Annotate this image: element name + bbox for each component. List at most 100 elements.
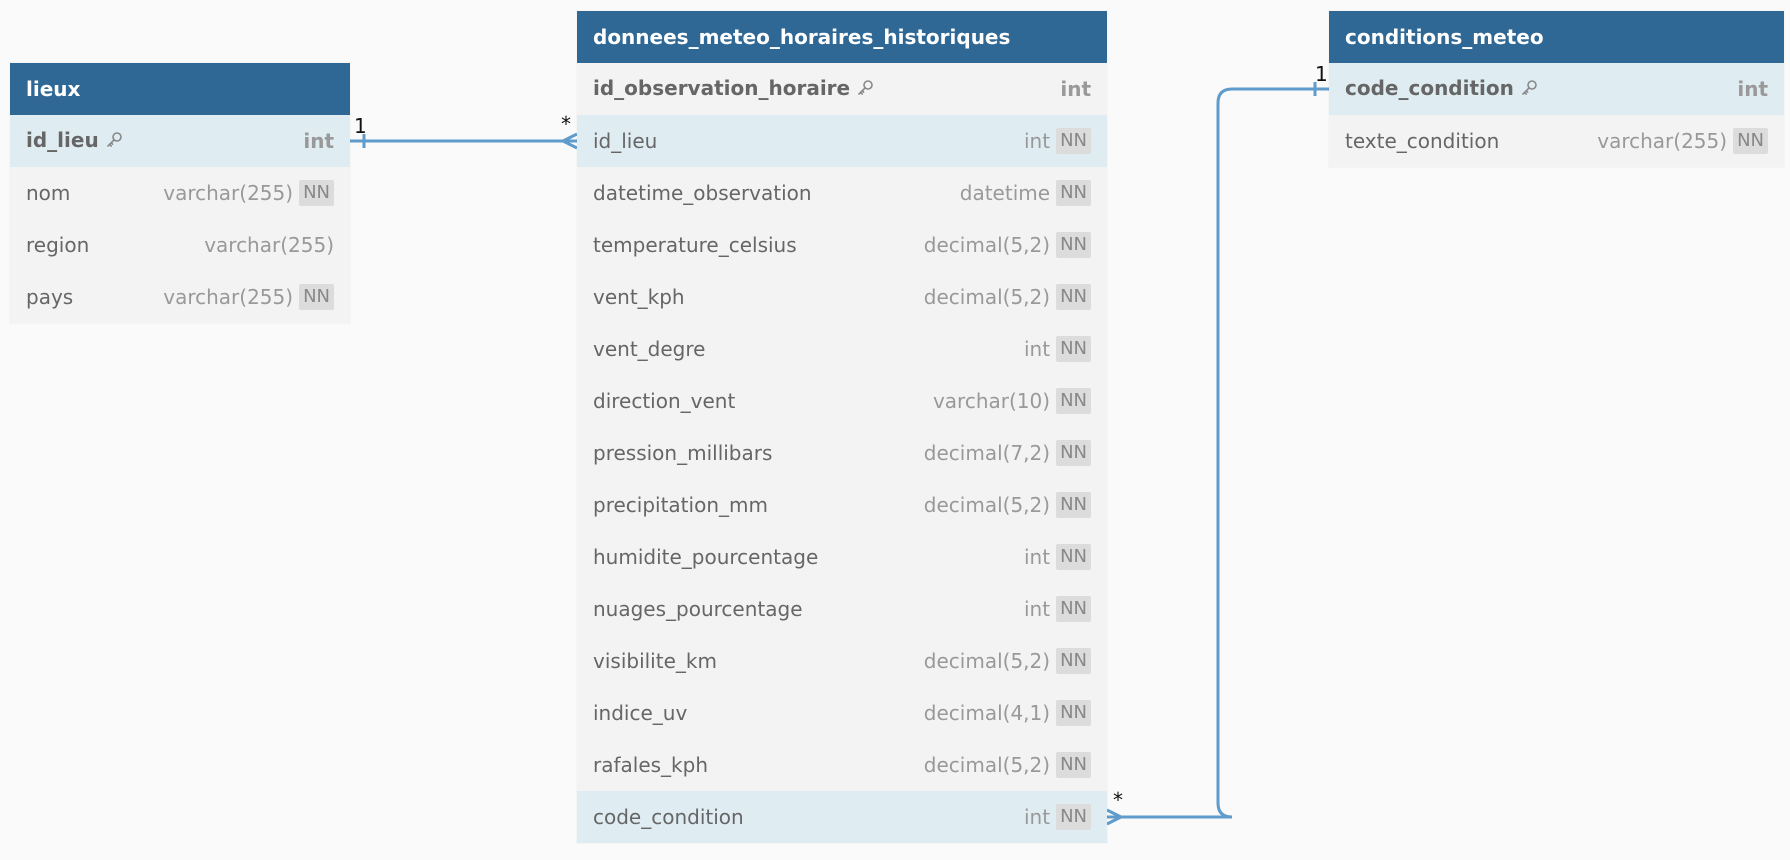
field-name-text: precipitation_mm (593, 493, 768, 517)
field-row-vent-kph[interactable]: vent_kph decimal(5,2) NN (577, 271, 1107, 323)
field-name: precipitation_mm (593, 493, 924, 517)
field-row-nuages-pourcentage[interactable]: nuages_pourcentage int NN (577, 583, 1107, 635)
field-name: humidite_pourcentage (593, 545, 1024, 569)
field-type: int (1023, 129, 1051, 153)
field-name-text: visibilite_km (593, 649, 717, 673)
not-null-badge: NN (1056, 544, 1091, 570)
field-row-code-condition[interactable]: code_condition int NN (577, 791, 1107, 843)
field-type: decimal(7,2) (923, 441, 1051, 465)
table-header[interactable]: donnees_meteo_horaires_historiques (577, 11, 1107, 63)
table-conditions-meteo[interactable]: conditions_meteo code_condition int texte_… (1329, 11, 1784, 167)
field-name-text: pression_millibars (593, 441, 773, 465)
field-name-text: nuages_pourcentage (593, 597, 803, 621)
not-null-badge: NN (1733, 128, 1768, 154)
not-null-badge: NN (1056, 180, 1091, 206)
key-icon (856, 78, 874, 102)
field-type: varchar(255) (1597, 129, 1728, 153)
field-name: id_observation_horaire (593, 76, 1060, 102)
field-row-visibilite-km[interactable]: visibilite_km decimal(5,2) NN (577, 635, 1107, 687)
field-name: datetime_observation (593, 181, 960, 205)
field-name-text: texte_condition (1345, 129, 1500, 153)
not-null-badge: NN (1056, 440, 1091, 466)
field-name: id_lieu (593, 129, 1024, 153)
key-icon (1520, 78, 1538, 102)
field-row-direction-vent[interactable]: direction_vent varchar(10) NN (577, 375, 1107, 427)
table-header[interactable]: lieux (10, 63, 350, 115)
field-name-text: temperature_celsius (593, 233, 797, 257)
field-type: int (1023, 805, 1051, 829)
field-type: decimal(5,2) (923, 493, 1051, 517)
field-name: nuages_pourcentage (593, 597, 1024, 621)
field-row-humidite-pourcentage[interactable]: humidite_pourcentage int NN (577, 531, 1107, 583)
field-name-text: pays (26, 285, 74, 309)
field-type: int (303, 129, 334, 153)
field-name: vent_degre (593, 337, 1024, 361)
field-row-nom[interactable]: nom varchar(255) NN (10, 167, 350, 219)
field-row-precipitation-mm[interactable]: precipitation_mm decimal(5,2) NN (577, 479, 1107, 531)
field-type: decimal(5,2) (923, 649, 1051, 673)
field-row-pays[interactable]: pays varchar(255) NN (10, 271, 350, 323)
field-name: temperature_celsius (593, 233, 924, 257)
table-lieux[interactable]: lieux id_lieu int nom varchar(255) NN region v… (10, 63, 350, 323)
field-name-text: vent_degre (593, 337, 706, 361)
not-null-badge: NN (1056, 284, 1091, 310)
not-null-badge: NN (1056, 336, 1091, 362)
field-type: int (1023, 597, 1051, 621)
not-null-badge: NN (1056, 596, 1091, 622)
field-name-text: rafales_kph (593, 753, 709, 777)
not-null-badge: NN (299, 284, 334, 310)
not-null-badge: NN (1056, 128, 1091, 154)
field-row-indice-uv[interactable]: indice_uv decimal(4,1) NN (577, 687, 1107, 739)
field-name: indice_uv (593, 701, 924, 725)
field-row-id-lieu[interactable]: id_lieu int (10, 115, 350, 167)
not-null-badge: NN (1056, 648, 1091, 674)
cardinality-many-label: * (561, 112, 571, 136)
field-row-temperature-celsius[interactable]: temperature_celsius decimal(5,2) NN (577, 219, 1107, 271)
field-name-text: id_observation_horaire (593, 76, 851, 100)
field-name: visibilite_km (593, 649, 924, 673)
field-row-id-observation-horaire[interactable]: id_observation_horaire int (577, 63, 1107, 115)
field-row-texte-condition[interactable]: texte_condition varchar(255) NN (1329, 115, 1784, 167)
cardinality-many-label: * (1113, 788, 1123, 812)
field-type: varchar(10) (932, 389, 1051, 413)
field-row-region[interactable]: region varchar(255) (10, 219, 350, 271)
many-marker (1106, 808, 1122, 826)
field-name-text: id_lieu (26, 128, 99, 152)
field-row-pression-millibars[interactable]: pression_millibars decimal(7,2) NN (577, 427, 1107, 479)
field-name: direction_vent (593, 389, 933, 413)
field-row-code-condition[interactable]: code_condition int (1329, 63, 1784, 115)
field-name: texte_condition (1345, 129, 1597, 153)
field-name-text: id_lieu (593, 129, 658, 153)
field-name-text: vent_kph (593, 285, 685, 309)
field-type: datetime (959, 181, 1051, 205)
field-name: code_condition (593, 805, 1024, 829)
field-type: int (1023, 337, 1051, 361)
field-name: rafales_kph (593, 753, 924, 777)
field-name: region (26, 233, 204, 257)
field-name-text: code_condition (1345, 76, 1514, 100)
field-type: int (1060, 77, 1091, 101)
not-null-badge: NN (1056, 700, 1091, 726)
field-type: decimal(4,1) (923, 701, 1051, 725)
field-name: code_condition (1345, 76, 1737, 102)
table-donnees-meteo-horaires-historiques[interactable]: donnees_meteo_horaires_historiques id_ob… (577, 11, 1107, 843)
field-row-rafales-kph[interactable]: rafales_kph decimal(5,2) NN (577, 739, 1107, 791)
field-row-vent-degre[interactable]: vent_degre int NN (577, 323, 1107, 375)
field-type: int (1023, 545, 1051, 569)
field-type: decimal(5,2) (923, 753, 1051, 777)
table-header[interactable]: conditions_meteo (1329, 11, 1784, 63)
cardinality-one-label: 1 (1315, 62, 1328, 86)
field-name: id_lieu (26, 128, 303, 154)
not-null-badge: NN (1056, 804, 1091, 830)
diagram-canvas: 1 * 1 * lieux id_lieu int nom varchar(255) NN re… (0, 0, 1790, 860)
field-name: vent_kph (593, 285, 924, 309)
field-name-text: nom (26, 181, 71, 205)
field-type: decimal(5,2) (923, 285, 1051, 309)
relation-line (1107, 87, 1329, 819)
key-icon (105, 130, 123, 154)
field-name: nom (26, 181, 163, 205)
field-name-text: humidite_pourcentage (593, 545, 819, 569)
field-row-id-lieu[interactable]: id_lieu int NN (577, 115, 1107, 167)
field-row-datetime-observation[interactable]: datetime_observation datetime NN (577, 167, 1107, 219)
field-name-text: datetime_observation (593, 181, 812, 205)
